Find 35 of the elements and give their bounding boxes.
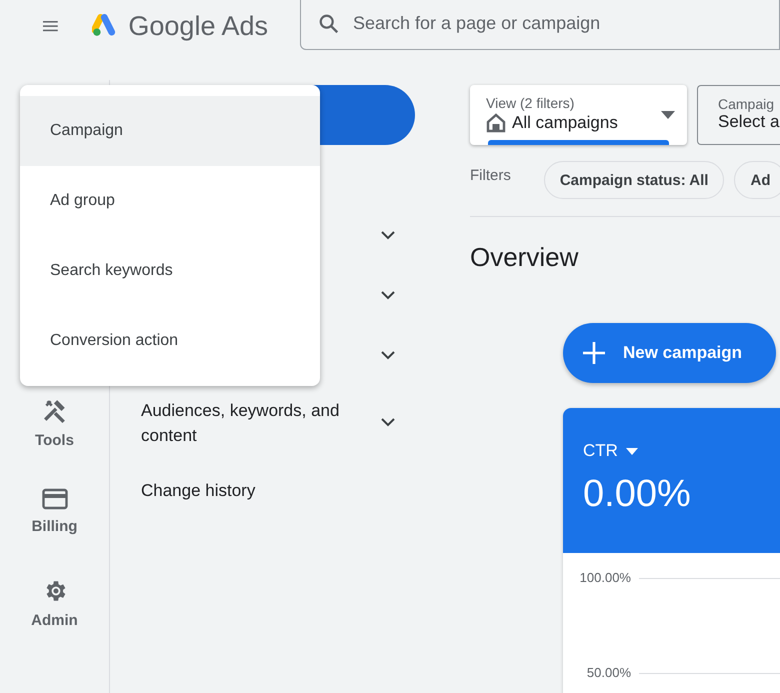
plus-icon	[583, 342, 605, 364]
nav-item[interactable]: Audiences, keywords, and content	[141, 398, 371, 448]
search-icon	[318, 13, 340, 35]
chevron-down-icon[interactable]	[381, 230, 395, 240]
chevron-down-icon[interactable]	[381, 418, 395, 427]
view-value: All campaigns	[512, 113, 618, 133]
product-name: Google Ads	[128, 10, 268, 42]
view-caption: View (2 filters)	[486, 95, 576, 111]
search-field[interactable]: Search for a page or campaign	[300, 0, 780, 50]
chevron-down-icon[interactable]	[381, 350, 395, 360]
menu-item[interactable]: Campaign	[20, 96, 320, 166]
new-campaign-button[interactable]: New campaign	[563, 323, 776, 383]
nav-item[interactable]: Change history	[141, 478, 371, 502]
metric-value: 0.00%	[583, 473, 692, 516]
overview-title: Overview	[470, 242, 580, 272]
dropdown-arrow-icon	[661, 111, 675, 119]
dropdown-arrow-icon	[626, 448, 638, 454]
view-selector[interactable]: View (2 filters) All campaigns	[470, 85, 687, 145]
filter-chip[interactable]: Campaign status: All	[544, 161, 724, 199]
rail-item[interactable]: Tools	[0, 398, 109, 488]
rail-item[interactable]: Admin	[0, 578, 109, 668]
rail-item[interactable]: Billing	[0, 488, 109, 578]
campaign-selector[interactable]: Campaig Select a	[697, 85, 780, 145]
menu-item[interactable]: Conversion action	[20, 306, 320, 376]
card-icon	[42, 488, 68, 510]
tools-icon	[42, 398, 68, 424]
axis-label: 50.00%	[586, 665, 631, 680]
home-icon	[486, 113, 506, 133]
filter-chip[interactable]: Ad	[734, 161, 780, 199]
menu-item[interactable]: Search keywords	[20, 236, 320, 306]
menu-item[interactable]: Ad group	[20, 166, 320, 236]
chevron-down-icon[interactable]	[381, 290, 395, 300]
filters-label: Filters	[470, 166, 511, 184]
axis-label: 100.00%	[578, 570, 631, 585]
metric-selector[interactable]: CTR	[583, 441, 780, 461]
